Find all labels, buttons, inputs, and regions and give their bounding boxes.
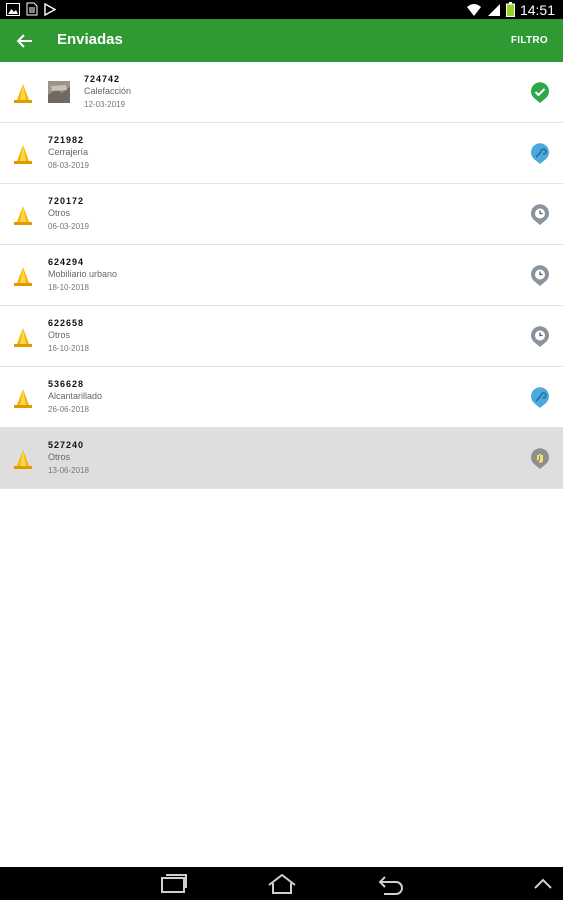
traffic-cone-icon (14, 389, 32, 408)
image-icon (6, 2, 20, 16)
list-item[interactable]: 720172 Otros 06-03-2019 (0, 184, 563, 245)
incident-number: 720172 (48, 196, 85, 206)
signal-icon (487, 3, 500, 16)
wrench-icon (531, 143, 549, 164)
traffic-cone-icon (14, 328, 32, 347)
incident-date: 06-03-2019 (48, 222, 89, 231)
wifi-icon (466, 3, 481, 16)
list-item[interactable]: 536628 Alcantarillado 26-06-2018 (0, 367, 563, 428)
incident-category: Otros (48, 208, 71, 218)
incident-category: Otros (48, 330, 71, 340)
list-item[interactable]: 624294 Mobiliario urbano 18-10-2018 (0, 245, 563, 306)
recent-apps-icon[interactable] (160, 873, 188, 895)
incident-number: 721982 (48, 135, 85, 145)
status-bar: 14:51 (0, 0, 563, 19)
clock-time: 14:51 (519, 1, 555, 18)
traffic-cone-icon (14, 267, 32, 286)
incident-list: 724742 Calefacción 12-03-2019 721982 Cer… (0, 62, 563, 489)
incident-date: 08-03-2019 (48, 161, 89, 170)
incident-number: 724742 (84, 74, 121, 84)
app-bar: Enviadas FILTRO (0, 19, 563, 62)
page-title: Enviadas (57, 31, 123, 48)
incident-date: 26-06-2018 (48, 405, 89, 414)
incident-number: 624294 (48, 257, 85, 267)
list-item-selected[interactable]: 527240 Otros 13-06-2018 (0, 428, 563, 489)
incident-category: Mobiliario urbano (48, 269, 118, 279)
filter-button[interactable]: FILTRO (511, 35, 548, 46)
incident-date: 13-06-2018 (48, 466, 89, 475)
incident-number: 536628 (48, 379, 85, 389)
incident-category: Calefacción (84, 86, 132, 96)
incident-number: 527240 (48, 440, 85, 450)
list-item[interactable]: 724742 Calefacción 12-03-2019 (0, 62, 563, 123)
traffic-cone-icon (14, 145, 32, 164)
incident-number: 622658 (48, 318, 85, 328)
traffic-cone-icon (14, 450, 32, 469)
incident-category: Cerrajería (48, 147, 89, 157)
check-icon (531, 82, 549, 103)
home-icon[interactable] (266, 873, 298, 895)
traffic-cone-icon (14, 84, 32, 103)
photo-thumbnail (48, 81, 70, 103)
incident-date: 18-10-2018 (48, 283, 89, 292)
incident-category: Alcantarillado (48, 391, 103, 401)
back-icon[interactable] (376, 873, 406, 895)
file-icon (26, 2, 38, 16)
incident-date: 12-03-2019 (84, 100, 125, 109)
list-item[interactable]: 721982 Cerrajería 08-03-2019 (0, 123, 563, 184)
traffic-cone-icon (14, 206, 32, 225)
battery-icon (505, 2, 515, 17)
wrench-icon (531, 387, 549, 408)
navigation-bar (0, 867, 563, 900)
chevron-up-icon[interactable] (532, 873, 554, 895)
list-item[interactable]: 622658 Otros 16-10-2018 (0, 306, 563, 367)
back-arrow-icon[interactable] (14, 30, 36, 52)
clock-icon (531, 326, 549, 347)
clock-icon (531, 265, 549, 286)
incident-category: Otros (48, 452, 71, 462)
hand-icon (531, 448, 549, 469)
clock-icon (531, 204, 549, 225)
play-store-icon (44, 2, 56, 16)
incident-date: 16-10-2018 (48, 344, 89, 353)
